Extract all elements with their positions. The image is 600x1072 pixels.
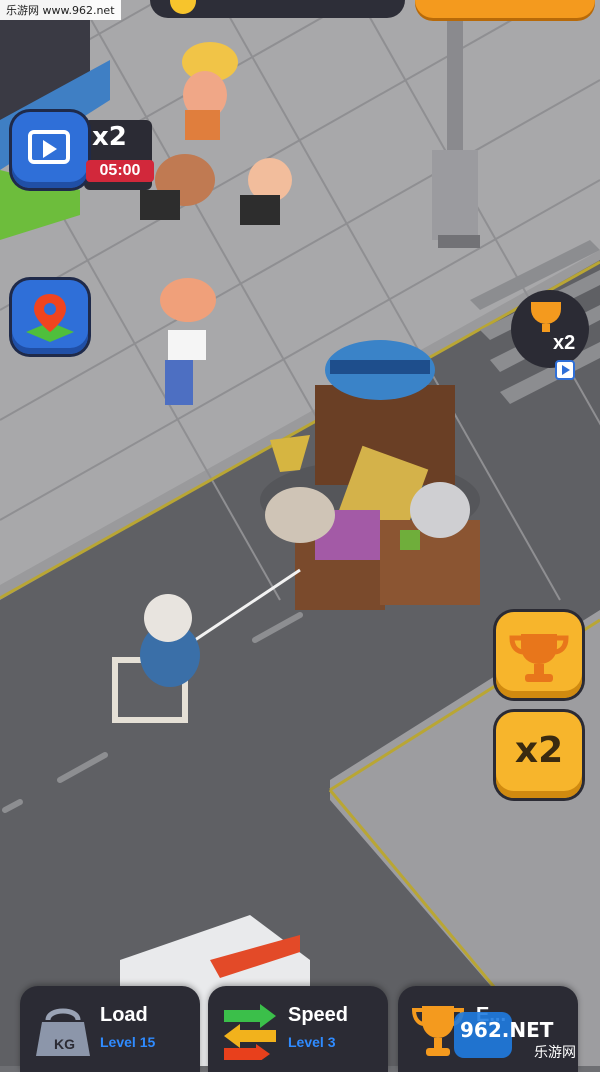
speed-title: Speed xyxy=(288,1004,349,1026)
trophy-icon-large xyxy=(509,634,569,682)
x2-button[interactable]: x2 xyxy=(496,712,582,798)
boost-timer-panel[interactable]: x2 05:00 xyxy=(12,112,154,190)
boost-timer-text: 05:00 xyxy=(86,160,154,182)
x2-button-label: x2 xyxy=(514,730,564,771)
watch-video-button[interactable] xyxy=(12,112,88,188)
watermark-logo-text: 962.NET xyxy=(460,1018,554,1042)
weight-kg-label: KG xyxy=(54,1036,75,1052)
load-title: Load xyxy=(100,1004,148,1026)
watermark-sub-text: 乐游网 xyxy=(534,1045,576,1061)
speed-upgrade-card[interactable]: Speed Level 3 xyxy=(208,986,388,1072)
speed-arrows-icon xyxy=(224,1004,276,1060)
currency-panel xyxy=(150,0,405,18)
video-screen-icon xyxy=(28,130,70,164)
coin-icon xyxy=(170,0,196,14)
trophy-icon xyxy=(531,302,561,324)
trophy-stem xyxy=(542,324,550,332)
load-upgrade-card[interactable]: KG Load Level 15 xyxy=(20,986,200,1072)
watermark-logo: 962.NET 乐游网 xyxy=(454,1012,594,1062)
map-pin-icon xyxy=(26,294,74,342)
video-small-icon xyxy=(555,360,575,380)
trophy-bonus-multiplier: x2 xyxy=(553,332,576,354)
boost-multiplier: x2 xyxy=(92,122,127,152)
watermark-top: 乐游网 www.962.net xyxy=(0,0,121,20)
map-button[interactable] xyxy=(12,280,88,354)
play-icon xyxy=(43,140,57,158)
top-action-button[interactable] xyxy=(415,0,595,18)
load-level: Level 15 xyxy=(100,1034,156,1050)
speed-level: Level 3 xyxy=(288,1034,336,1050)
trophy-button[interactable] xyxy=(496,612,582,698)
trophy-bonus-button[interactable]: x2 xyxy=(511,290,589,380)
play-small-icon xyxy=(562,365,570,375)
